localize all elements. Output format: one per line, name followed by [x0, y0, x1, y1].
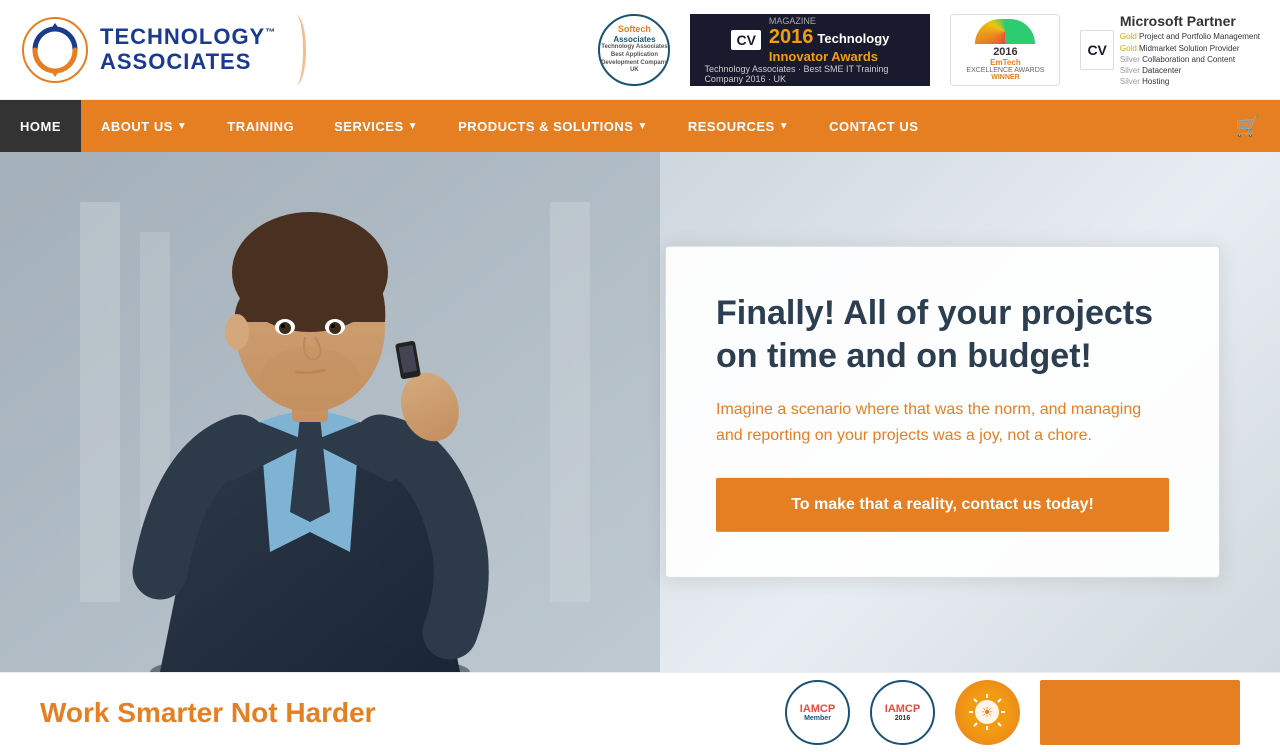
bottom-bar: Work Smarter Not Harder IAMCP Member IAM…	[0, 672, 1280, 752]
site-header: TECHNOLOGY™ ASSOCIATES Softech Associate…	[0, 0, 1280, 100]
nav-services[interactable]: SERVICES ▼	[314, 100, 438, 152]
hero-heading: Finally! All of your projects on time an…	[716, 292, 1169, 377]
iamcp-badge-2: IAMCP 2016	[870, 680, 935, 745]
person-svg	[0, 152, 660, 672]
logo-line2: ASSOCIATES	[100, 50, 276, 74]
main-navigation: HOME ABOUT US ▼ TRAINING SERVICES ▼ PROD…	[0, 100, 1280, 152]
sun-award-badge: ☀	[955, 680, 1020, 745]
hero-subtext: Imagine a scenario where that was the no…	[716, 397, 1169, 448]
nav-resources[interactable]: RESOURCES ▼	[668, 100, 809, 152]
orange-promo-block	[1040, 680, 1240, 745]
hero-section: Finally! All of your projects on time an…	[0, 152, 1280, 672]
iamcp-badge-1: IAMCP Member	[785, 680, 850, 745]
hero-cta-button[interactable]: To make that a reality, contact us today…	[716, 478, 1169, 532]
sun-icon: ☀	[965, 690, 1010, 735]
nav-home[interactable]: HOME	[0, 100, 81, 152]
softech-badge: Softech Associates Technology Associates…	[598, 14, 670, 86]
svg-text:☀: ☀	[981, 704, 994, 720]
logo-text: TECHNOLOGY™ ASSOCIATES	[100, 25, 276, 73]
nav-about[interactable]: ABOUT US ▼	[81, 100, 207, 152]
logo-icon	[20, 15, 90, 85]
bottom-badges: IAMCP Member IAMCP 2016 ☀	[785, 680, 1240, 745]
emtech-arc	[975, 19, 1035, 44]
header-badges: Softech Associates Technology Associates…	[360, 12, 1260, 88]
logo-line1: TECHNOLOGY™	[100, 25, 276, 49]
emtech-badge: 2016 EmTech EXCELLENCE AWARDS WINNER	[950, 14, 1060, 86]
hero-card: Finally! All of your projects on time an…	[665, 246, 1220, 578]
hero-person-image	[0, 152, 660, 672]
cart-button[interactable]: 🛒	[1215, 100, 1280, 152]
microsoft-badge: CV Microsoft Partner Gold Project and Po…	[1080, 12, 1260, 88]
bottom-tagline: Work Smarter Not Harder	[40, 697, 376, 729]
cv-award-badge: CV MAGAZINE 2016 Technology Innovator Aw…	[690, 14, 930, 86]
nav-training[interactable]: TRAINING	[207, 100, 314, 152]
logo-divider	[286, 15, 306, 85]
logo-area: TECHNOLOGY™ ASSOCIATES	[20, 15, 360, 85]
nav-contact[interactable]: CONTACT US	[809, 100, 938, 152]
nav-products[interactable]: PRODUCTS & SOLUTIONS ▼	[438, 100, 668, 152]
